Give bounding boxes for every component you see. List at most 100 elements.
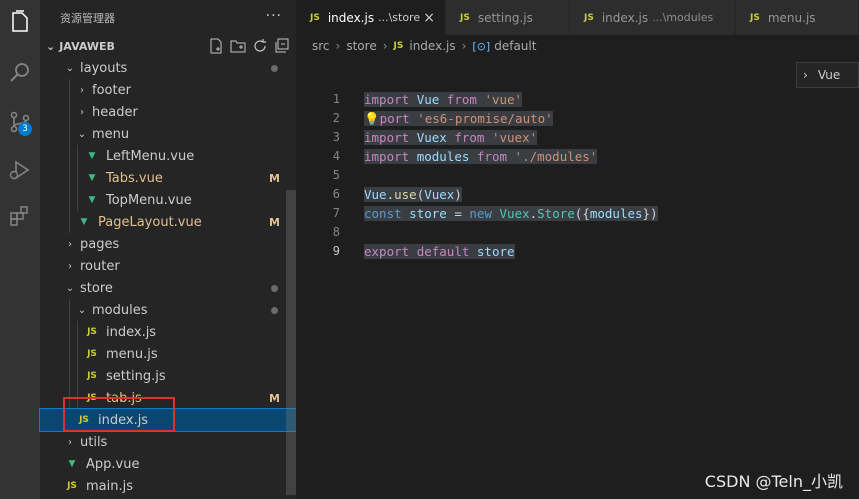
run-debug-icon[interactable] [0, 150, 40, 190]
file-row[interactable]: JS main.js [40, 475, 296, 497]
folder-row[interactable]: › footer [40, 79, 296, 101]
extensions-icon[interactable] [0, 196, 40, 236]
explorer-title: 资源管理器 [60, 11, 115, 25]
new-folder-icon[interactable] [230, 38, 246, 54]
folder-row[interactable]: › utils [40, 431, 296, 453]
tree-item-label: modules [92, 302, 148, 318]
chevron-right-icon: › [803, 68, 808, 82]
vue-file-icon: ▼ [68, 459, 76, 469]
tree-item-label: App.vue [86, 456, 140, 472]
modified-dot-icon [271, 64, 278, 72]
file-row[interactable]: ▼ App.vue [40, 453, 296, 475]
line-number: 4 [332, 149, 340, 163]
folder-row[interactable]: ⌄ store [40, 277, 296, 299]
refresh-icon[interactable] [252, 38, 268, 54]
chevron-right-icon: › [68, 260, 72, 272]
breadcrumb-file[interactable]: index.js [409, 39, 455, 53]
line-number: 2 [332, 111, 340, 125]
editor-tabs: JS index.js ...\store × JS setting.js JS… [296, 0, 859, 35]
breadcrumb-symbol[interactable]: default [494, 39, 536, 53]
chevron-right-icon: › [80, 106, 84, 118]
js-file-icon: JS [750, 12, 760, 23]
outline-peek[interactable]: › Vue [796, 62, 859, 88]
breadcrumb-separator: › [335, 39, 341, 53]
js-file-icon: JS [460, 12, 470, 23]
code-line: import Vue from 'vue' [364, 92, 523, 107]
chevron-down-icon: ⌄ [77, 128, 87, 140]
more-actions-button[interactable]: ··· [266, 8, 282, 24]
code-line: Vue.use(Vuex) [364, 187, 462, 202]
explorer-icon[interactable] [0, 2, 40, 42]
vue-file-icon: ▼ [88, 151, 96, 161]
workspace-name: JAVAWEB [59, 39, 115, 53]
chevron-down-icon: ⌄ [77, 304, 87, 316]
js-file-icon: JS [67, 481, 77, 491]
code-line: import modules from './modules' [364, 149, 598, 164]
file-row[interactable]: JS menu.js [40, 343, 296, 365]
tree-item-label: pages [80, 236, 120, 252]
folder-row[interactable]: ⌄ layouts [40, 57, 296, 79]
scm-badge: 3 [18, 122, 32, 136]
tab-label: index.js [601, 10, 649, 25]
file-row[interactable]: ▼ TopMenu.vue [40, 189, 296, 211]
close-icon[interactable]: × [423, 10, 435, 26]
chevron-right-icon: › [80, 84, 84, 96]
tab-label: index.js [327, 10, 375, 25]
tab-description: ...\modules [652, 11, 714, 24]
tab-setting-js[interactable]: JS setting.js [446, 0, 570, 35]
vue-file-icon: ▼ [88, 195, 96, 205]
breadcrumb-src[interactable]: src [312, 39, 330, 53]
modified-dot-icon [271, 306, 278, 314]
js-file-icon: JS [87, 349, 97, 359]
tree-item-label: router [80, 258, 120, 274]
breadcrumb-separator: › [382, 39, 388, 53]
tab-label: setting.js [477, 10, 533, 25]
tree-item-label: header [92, 104, 138, 120]
file-row[interactable]: ▼ LeftMenu.vue [40, 145, 296, 167]
folder-row[interactable]: ⌄ modules [40, 299, 296, 321]
tree-item-label: store [80, 280, 113, 296]
line-number: 9 [332, 244, 340, 258]
code-line: 💡port 'es6-promise/auto' [364, 111, 553, 126]
breadcrumb: src › store › JS index.js › [⊙] default [296, 35, 859, 57]
tree-item-label: setting.js [106, 368, 166, 384]
new-file-icon[interactable] [208, 38, 224, 54]
sidebar-scrollbar[interactable] [286, 190, 296, 495]
tab-menu-js[interactable]: JS menu.js [736, 0, 859, 35]
tab-label: menu.js [767, 10, 816, 25]
symbol-variable-icon: [⊙] [472, 39, 491, 53]
tree-item-label: menu [92, 126, 130, 142]
js-file-icon: JS [393, 41, 404, 51]
file-row[interactable]: ▼ PageLayout.vue M [40, 211, 296, 233]
folder-row[interactable]: › header [40, 101, 296, 123]
js-file-icon: JS [310, 12, 320, 23]
chevron-down-icon: ⌄ [46, 39, 56, 53]
git-status-badge: M [269, 171, 280, 185]
file-row[interactable]: ▼ Tabs.vue M [40, 167, 296, 189]
vue-file-icon: ▼ [88, 173, 96, 183]
js-file-icon: JS [584, 12, 594, 23]
line-number: 5 [332, 168, 340, 182]
file-row[interactable]: JS setting.js [40, 365, 296, 387]
folder-row[interactable]: › pages [40, 233, 296, 255]
folder-row[interactable]: ⌄ menu [40, 123, 296, 145]
source-control-icon[interactable] [0, 102, 40, 142]
line-number: 3 [332, 130, 340, 144]
line-number: 8 [332, 225, 340, 239]
lightbulb-icon[interactable]: 💡 [364, 111, 380, 126]
folder-row[interactable]: › router [40, 255, 296, 277]
breadcrumb-store[interactable]: store [346, 39, 376, 53]
line-number: 6 [332, 187, 340, 201]
search-icon[interactable] [0, 52, 40, 92]
tree-item-label: main.js [86, 478, 133, 494]
tab-index-js-store[interactable]: JS index.js ...\store × [296, 0, 446, 35]
file-row[interactable]: JS index.js [40, 321, 296, 343]
chevron-down-icon: ⌄ [65, 62, 75, 74]
chevron-right-icon: › [68, 436, 72, 448]
outline-peek-label: Vue [817, 68, 841, 82]
tab-index-js-modules[interactable]: JS index.js ...\modules [570, 0, 736, 35]
modified-dot-icon [271, 284, 278, 292]
tree-item-label: layouts [80, 60, 128, 76]
collapse-all-icon[interactable] [274, 38, 290, 54]
code-line: export default store [364, 244, 515, 259]
